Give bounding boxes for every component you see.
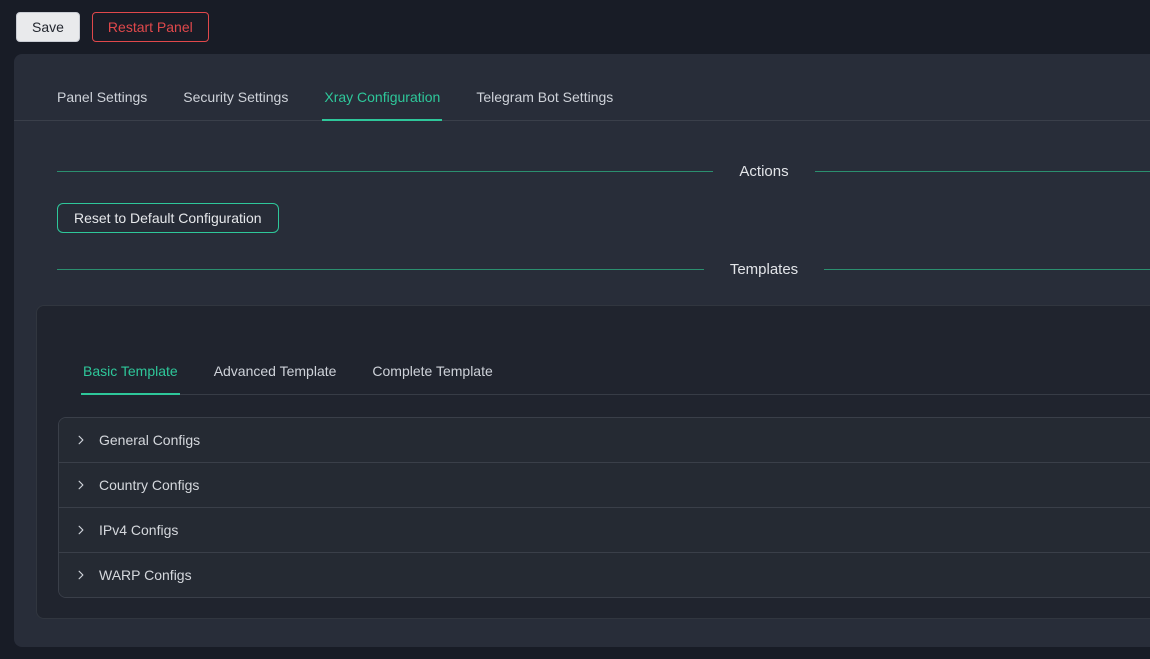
- tab-complete-template[interactable]: Complete Template: [370, 350, 494, 395]
- divider-line: [824, 269, 1150, 270]
- divider-line: [815, 171, 1150, 172]
- collapse-item-general-configs[interactable]: General Configs: [59, 418, 1150, 462]
- divider-line: [57, 171, 713, 172]
- templates-card: Basic Template Advanced Template Complet…: [36, 305, 1150, 619]
- collapse-item-country-configs[interactable]: Country Configs: [59, 462, 1150, 507]
- chevron-right-icon: [75, 569, 87, 581]
- collapse-item-ipv4-configs[interactable]: IPv4 Configs: [59, 507, 1150, 552]
- chevron-right-icon: [75, 479, 87, 491]
- settings-card: Panel Settings Security Settings Xray Co…: [14, 54, 1150, 647]
- divider-line: [57, 269, 704, 270]
- template-collapse: General Configs Country Configs IPv4 Con…: [58, 417, 1150, 598]
- collapse-item-label: General Configs: [99, 432, 200, 448]
- template-tabs: Basic Template Advanced Template Complet…: [81, 350, 1150, 395]
- actions-divider-label: Actions: [739, 163, 788, 180]
- restart-panel-button[interactable]: Restart Panel: [92, 12, 209, 42]
- actions-divider: Actions: [57, 163, 1150, 180]
- settings-tabs: Panel Settings Security Settings Xray Co…: [14, 76, 1150, 121]
- tab-advanced-template[interactable]: Advanced Template: [212, 350, 339, 395]
- collapse-item-warp-configs[interactable]: WARP Configs: [59, 552, 1150, 597]
- templates-divider-label: Templates: [730, 261, 798, 278]
- collapse-item-label: WARP Configs: [99, 567, 192, 583]
- tab-basic-template[interactable]: Basic Template: [81, 350, 180, 395]
- templates-divider: Templates: [57, 261, 1150, 278]
- collapse-item-label: IPv4 Configs: [99, 522, 178, 538]
- topbar: Save Restart Panel: [0, 0, 1150, 54]
- tab-telegram-bot-settings[interactable]: Telegram Bot Settings: [474, 76, 615, 121]
- chevron-right-icon: [75, 434, 87, 446]
- chevron-right-icon: [75, 524, 87, 536]
- tab-security-settings[interactable]: Security Settings: [181, 76, 290, 121]
- tab-xray-configuration[interactable]: Xray Configuration: [322, 76, 442, 121]
- collapse-item-label: Country Configs: [99, 477, 199, 493]
- tab-panel-settings[interactable]: Panel Settings: [55, 76, 149, 121]
- reset-default-config-button[interactable]: Reset to Default Configuration: [57, 203, 279, 233]
- save-button[interactable]: Save: [16, 12, 80, 42]
